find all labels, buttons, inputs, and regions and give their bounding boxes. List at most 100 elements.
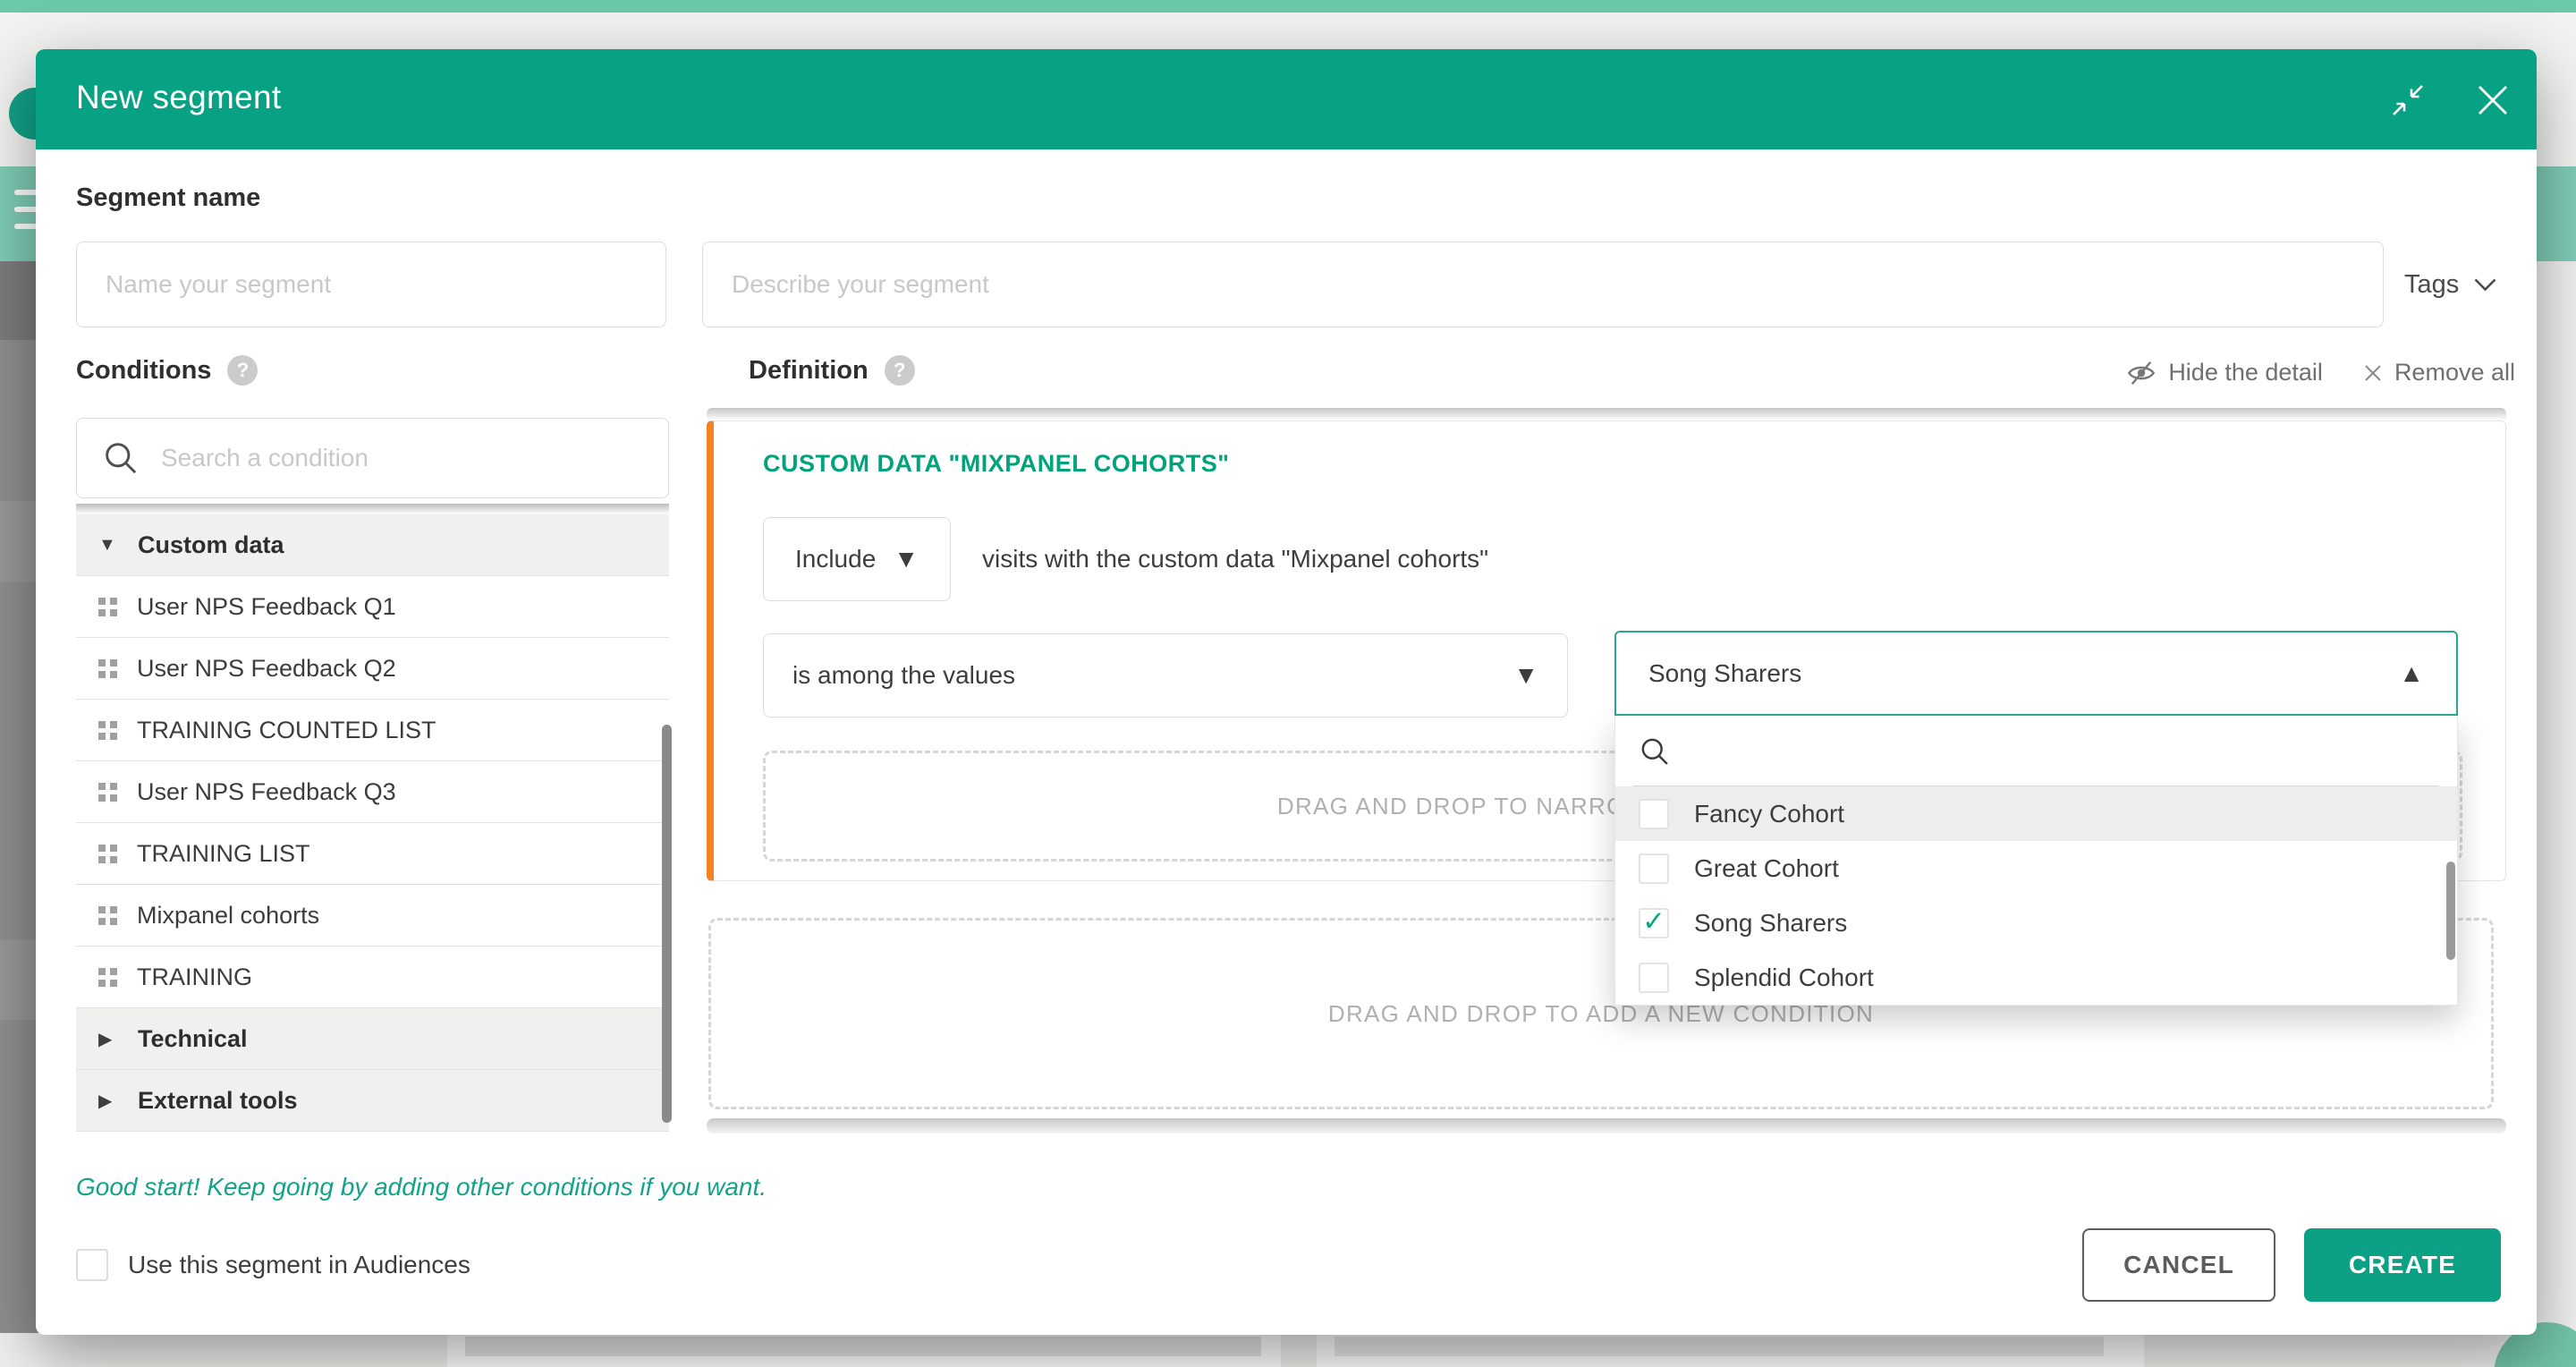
dropdown-option-label: Fancy Cohort: [1694, 800, 1844, 828]
condition-group-external-tools[interactable]: ▶ External tools: [76, 1070, 669, 1132]
help-icon[interactable]: ?: [885, 355, 915, 386]
dropdown-option-label: Splendid Cohort: [1694, 964, 1874, 992]
hide-detail-button[interactable]: Hide the detail: [2125, 359, 2323, 386]
eye-slash-icon: [2125, 360, 2157, 386]
audiences-row: Use this segment in Audiences: [76, 1249, 470, 1281]
condition-group-label: Custom data: [138, 531, 284, 559]
modal-title: New segment: [76, 79, 282, 116]
condition-sentence: visits with the custom data "Mixpanel co…: [982, 517, 1488, 601]
caret-right-icon: ▶: [98, 1028, 125, 1050]
dropdown-option[interactable]: Great Cohort: [1615, 841, 2457, 896]
include-select[interactable]: Include ▼: [763, 517, 951, 601]
cancel-button[interactable]: CANCEL: [2082, 1228, 2275, 1302]
top-strip: [0, 0, 2576, 13]
create-button[interactable]: CREATE: [2304, 1228, 2501, 1302]
condition-search-input[interactable]: [161, 444, 644, 472]
condition-item-label: TRAINING LIST: [137, 840, 310, 868]
new-segment-modal: New segment Segment name: [36, 49, 2537, 1335]
background-panel: [447, 1333, 1281, 1367]
condition-item-label: User NPS Feedback Q1: [137, 593, 396, 621]
conditions-label: Conditions: [76, 356, 211, 386]
drag-handle-icon: [98, 659, 117, 678]
audiences-label: Use this segment in Audiences: [128, 1251, 470, 1279]
checkbox-unchecked[interactable]: [1639, 963, 1669, 993]
condition-search: [76, 418, 669, 498]
value-select[interactable]: Song Sharers ▲: [1614, 631, 2458, 716]
definition-label: Definition: [749, 356, 869, 386]
include-value: Include: [795, 545, 876, 573]
dropdown-search[interactable]: [1615, 716, 2457, 785]
x-icon: [2362, 362, 2384, 384]
condition-group-technical[interactable]: ▶ Technical: [76, 1008, 669, 1070]
condition-item[interactable]: TRAINING: [76, 947, 669, 1008]
remove-all-label: Remove all: [2394, 359, 2515, 386]
operator-select[interactable]: is among the values ▼: [763, 633, 1568, 717]
condition-card-title: CUSTOM DATA "MIXPANEL COHORTS": [763, 450, 1230, 478]
checkbox-checked[interactable]: ✓: [1639, 908, 1669, 938]
background-panel: [1317, 1333, 2144, 1367]
drag-handle-icon: [98, 968, 117, 987]
segment-name-input[interactable]: [76, 242, 666, 327]
drag-handle-icon: [98, 783, 117, 802]
conditions-scrollbar[interactable]: [662, 725, 672, 1123]
audiences-checkbox[interactable]: [76, 1249, 108, 1281]
close-icon[interactable]: [2474, 81, 2512, 119]
condition-item[interactable]: TRAINING COUNTED LIST: [76, 700, 669, 761]
definition-section-header: Definition ?: [749, 355, 915, 386]
drag-handle-icon: [98, 906, 117, 925]
dropdown-scrollbar[interactable]: [2446, 862, 2455, 960]
drag-handle-icon: [98, 721, 117, 740]
condition-item[interactable]: User NPS Feedback Q1: [76, 576, 669, 638]
dropdown-option[interactable]: ✓ Song Sharers: [1615, 896, 2457, 950]
segment-name-label: Segment name: [76, 183, 260, 213]
value-dropdown-panel: Fancy Cohort Great Cohort ✓ Song Sharers Spl…: [1614, 716, 2458, 1006]
condition-group-custom-data[interactable]: ▼ Custom data: [76, 514, 669, 576]
dropdown-option[interactable]: Fancy Cohort: [1615, 786, 2457, 841]
collapse-icon[interactable]: [2390, 82, 2426, 118]
condition-item[interactable]: Mixpanel cohorts: [76, 885, 669, 947]
caret-down-icon: ▼: [98, 535, 125, 556]
caret-up-icon: ▲: [2399, 659, 2424, 688]
condition-item-label: User NPS Feedback Q3: [137, 778, 396, 806]
list-scroll-shadow: [76, 504, 669, 514]
hint-text: Good start! Keep going by adding other c…: [76, 1173, 767, 1201]
drag-handle-icon: [98, 598, 117, 616]
search-icon: [102, 439, 140, 477]
definition-actions: Hide the detail Remove all: [2125, 359, 2515, 386]
condition-item-label: User NPS Feedback Q2: [137, 655, 396, 683]
dropdown-option[interactable]: Splendid Cohort: [1615, 950, 2457, 1005]
definition-scroll-shadow: [707, 408, 2506, 420]
checkbox-unchecked[interactable]: [1639, 799, 1669, 829]
segment-description-input[interactable]: [702, 242, 2384, 327]
dropdown-options: Fancy Cohort Great Cohort ✓ Song Sharers Spl…: [1615, 786, 2457, 1005]
condition-group-label: Technical: [138, 1025, 248, 1053]
condition-list: ▼ Custom data User NPS Feedback Q1 User NPS…: [76, 514, 669, 1132]
app-background: New segment Segment name: [0, 0, 2576, 1367]
search-icon: [1639, 735, 1671, 768]
page-content-behind: [0, 1333, 2576, 1367]
remove-all-button[interactable]: Remove all: [2362, 359, 2515, 386]
modal-header: New segment: [36, 49, 2537, 149]
condition-item[interactable]: User NPS Feedback Q3: [76, 761, 669, 823]
caret-down-icon: ▼: [894, 545, 919, 573]
operator-value: is among the values: [792, 661, 1015, 690]
drag-handle-icon: [98, 845, 117, 863]
dropdown-option-label: Great Cohort: [1694, 854, 1839, 883]
horizontal-scrollbar[interactable]: [707, 1118, 2506, 1134]
help-icon[interactable]: ?: [227, 355, 258, 386]
caret-right-icon: ▶: [98, 1090, 125, 1112]
checkbox-unchecked[interactable]: [1639, 853, 1669, 884]
value-selected: Song Sharers: [1648, 659, 1801, 688]
condition-item[interactable]: TRAINING LIST: [76, 823, 669, 885]
caret-down-icon: ▼: [1513, 661, 1538, 690]
condition-item[interactable]: User NPS Feedback Q2: [76, 638, 669, 700]
condition-group-label: External tools: [138, 1087, 298, 1115]
tags-label: Tags: [2404, 270, 2459, 300]
dropdown-option-label: Song Sharers: [1694, 909, 1847, 938]
hide-detail-label: Hide the detail: [2168, 359, 2323, 386]
check-icon: ✓: [1642, 907, 1665, 935]
condition-item-label: TRAINING: [137, 964, 252, 991]
chevron-down-icon: [2473, 277, 2497, 293]
condition-item-label: TRAINING COUNTED LIST: [137, 717, 436, 744]
tags-dropdown[interactable]: Tags: [2404, 242, 2497, 327]
